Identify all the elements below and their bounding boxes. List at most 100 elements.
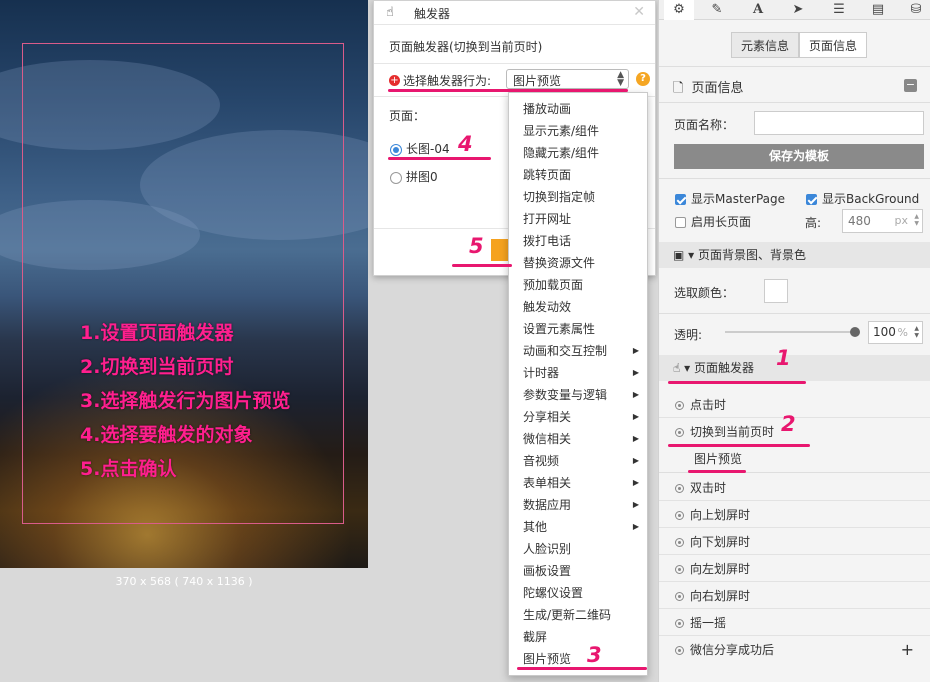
list-icon[interactable]: ☰ [824, 0, 854, 20]
menu-item-label: 触发动效 [523, 300, 572, 314]
dialog-subtitle: 页面触发器(切换到当前页时) [389, 40, 543, 54]
page-trigger-section-header[interactable]: ☝ ▾ 页面触发器 [659, 355, 930, 381]
save-template-button[interactable]: 保存为模板 [674, 144, 924, 169]
database-icon[interactable]: ⛁ [901, 0, 930, 20]
opacity-input[interactable]: 100 % ▲ ▼ [868, 321, 923, 344]
submenu-arrow-icon: ▶ [632, 390, 639, 399]
menu-item-label: 其他 [523, 520, 548, 534]
event-label: 摇一摇 [690, 616, 727, 630]
checkbox-unchecked[interactable] [675, 217, 686, 228]
add-icon[interactable]: + [901, 637, 914, 663]
send-icon[interactable]: ➤ [783, 0, 813, 20]
menu-item-label: 显示元素/组件 [523, 124, 600, 138]
menu-item[interactable]: 动画和交互控制 ▶ [509, 340, 647, 362]
checkbox-checked[interactable] [675, 194, 686, 205]
menu-item[interactable]: 触发动效 [509, 296, 647, 318]
menu-item[interactable]: 替换资源文件 [509, 252, 647, 274]
event-swipe-up[interactable]: 向上划屏时 [659, 502, 930, 528]
menu-item[interactable]: 预加载页面 [509, 274, 647, 296]
menu-item[interactable]: 拨打电话 [509, 230, 647, 252]
menu-item[interactable]: 计时器 ▶ [509, 362, 647, 384]
event-icon [675, 484, 684, 493]
height-input[interactable]: 480 px ▲ ▼ [842, 209, 923, 233]
close-icon[interactable]: ✕ [633, 4, 645, 20]
menu-item[interactable]: 播放动画 [509, 98, 647, 120]
tab-page-info[interactable]: 页面信息 [799, 32, 868, 58]
gear-icon[interactable]: ⚙ [664, 0, 694, 20]
menu-item-label: 播放动画 [523, 102, 572, 116]
annotation-number-1: 1 [776, 346, 791, 370]
menu-item[interactable]: 陀螺仪设置 [509, 582, 647, 604]
menu-item-label: 陀螺仪设置 [523, 586, 584, 600]
section-title: 页面背景图、背景色 [698, 248, 807, 262]
show-masterpage-option[interactable]: 显示MasterPage [675, 190, 785, 207]
long-page-option[interactable]: 启用长页面 [675, 213, 751, 230]
menu-item-label: 分享相关 [523, 410, 572, 424]
action-row: + 选择触发器行为: [389, 72, 491, 89]
menu-item[interactable]: 人脸识别 [509, 538, 647, 560]
menu-item[interactable]: 微信相关 ▶ [509, 428, 647, 450]
menu-item-label: 拨打电话 [523, 234, 572, 248]
menu-item[interactable]: 隐藏元素/组件 [509, 142, 647, 164]
menu-item[interactable]: 其他 ▶ [509, 516, 647, 538]
menu-item[interactable]: 打开网址 [509, 208, 647, 230]
radio-selected[interactable] [390, 143, 402, 156]
event-swipe-right[interactable]: 向右划屏时 [659, 583, 930, 609]
show-background-option[interactable]: 显示BackGround [806, 190, 919, 207]
event-sub-action[interactable]: 图片预览 [694, 450, 742, 467]
menu-item[interactable]: 生成/更新二维码 [509, 604, 647, 626]
menu-item[interactable]: 设置元素属性 [509, 318, 647, 340]
menu-item[interactable]: 跳转页面 [509, 164, 647, 186]
event-wechat-share[interactable]: 微信分享成功后 + [659, 637, 930, 663]
page-label: 页面： [389, 109, 426, 123]
menu-item[interactable]: 参数变量与逻辑 ▶ [509, 384, 647, 406]
menu-item[interactable]: 音视频 ▶ [509, 450, 647, 472]
menu-item[interactable]: 表单相关 ▶ [509, 472, 647, 494]
help-icon[interactable]: ? [636, 72, 650, 86]
page-option-label: 拼图0 [406, 170, 438, 184]
menu-item-label: 参数变量与逻辑 [523, 388, 608, 402]
annotation-underline [452, 264, 512, 267]
background-section-header[interactable]: ▣ ▾ 页面背景图、背景色 [659, 242, 930, 268]
menu-item[interactable]: 数据应用 ▶ [509, 494, 647, 516]
event-label: 切换到当前页时 [690, 425, 775, 439]
event-shake[interactable]: 摇一摇 [659, 610, 930, 636]
event-swipe-down[interactable]: 向下划屏时 [659, 529, 930, 555]
collapse-icon[interactable]: − [904, 79, 917, 92]
event-swipe-left[interactable]: 向左划屏时 [659, 556, 930, 582]
radio-unselected[interactable] [390, 171, 402, 184]
color-swatch[interactable] [764, 279, 788, 303]
menu-item[interactable]: 分享相关 ▶ [509, 406, 647, 428]
page-canvas[interactable]: 1.设置页面触发器 2.切换到当前页时 3.选择触发行为图片预览 4.选择要触发… [0, 0, 368, 568]
submenu-arrow-icon: ▶ [632, 346, 639, 355]
event-double-click[interactable]: 双击时 [659, 475, 930, 501]
height-value: 480 [848, 214, 871, 228]
opacity-slider[interactable] [725, 331, 855, 333]
document-icon[interactable]: ▤ [863, 0, 893, 20]
caret-down-icon: ▾ [688, 248, 695, 262]
spinner-icon[interactable]: ▲ ▼ [914, 213, 919, 227]
dialog-header: ☝ 触发器 ✕ [374, 1, 655, 25]
menu-item[interactable]: 截屏 [509, 626, 647, 648]
action-label: 选择触发器行为: [403, 74, 492, 88]
action-select[interactable]: 图片预览 ▲ ▼ [506, 69, 629, 89]
checkbox-checked[interactable] [806, 194, 817, 205]
menu-item[interactable]: 显示元素/组件 [509, 120, 647, 142]
menu-item-label: 画板设置 [523, 564, 572, 578]
text-icon[interactable]: A [743, 0, 773, 20]
pick-color-label: 选取颜色： [674, 286, 735, 300]
page-name-input[interactable] [754, 111, 924, 135]
slider-handle[interactable] [850, 327, 860, 337]
step-text: 4.选择要触发的对象 [80, 424, 253, 446]
page-option[interactable]: 拼图0 [390, 168, 438, 185]
submenu-arrow-icon: ▶ [632, 522, 639, 531]
pencil-icon[interactable]: ✎ [702, 0, 732, 20]
annotation-underline [388, 157, 491, 160]
menu-item[interactable]: 切换到指定帧 [509, 186, 647, 208]
page-option[interactable]: 长图-04 [390, 140, 450, 157]
submenu-arrow-icon: ▶ [632, 434, 639, 443]
menu-item[interactable]: 画板设置 [509, 560, 647, 582]
spinner-icon[interactable]: ▲ ▼ [914, 325, 919, 339]
tab-element-info[interactable]: 元素信息 [731, 32, 800, 58]
menu-item-label: 人脸识别 [523, 542, 572, 556]
